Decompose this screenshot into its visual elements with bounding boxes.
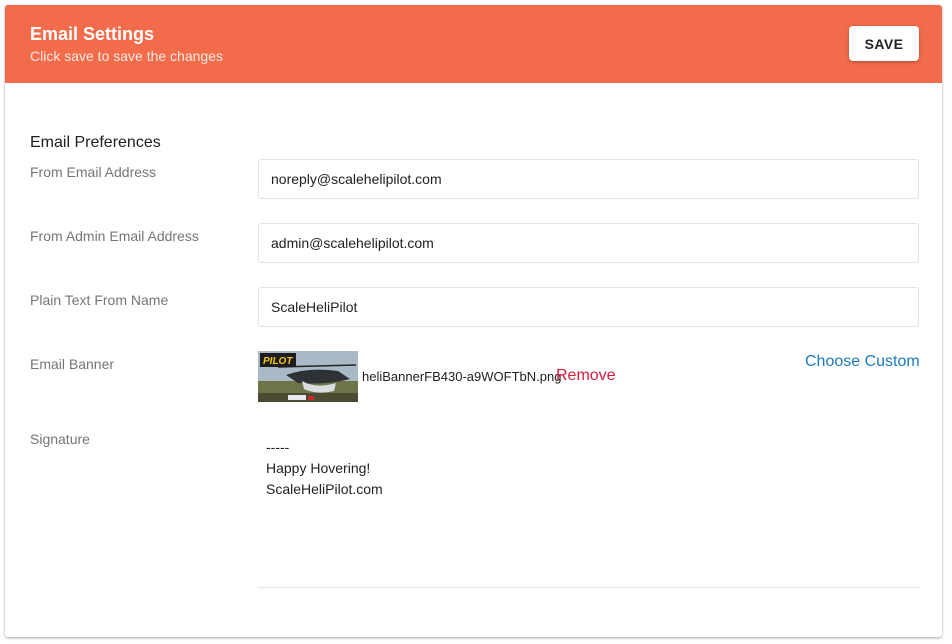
choose-custom-link[interactable]: Choose Custom: [805, 353, 920, 371]
signature-line: Happy Hovering!: [266, 460, 371, 476]
page-subtitle: Click save to save the changes: [30, 48, 223, 64]
signature-editor[interactable]: ----- Happy Hovering! ScaleHeliPilot.com: [258, 431, 919, 588]
from-email-field[interactable]: [258, 159, 919, 199]
remove-banner-link[interactable]: Remove: [556, 367, 616, 385]
email-settings-card: Email Settings Click save to save the ch…: [5, 5, 942, 637]
page-title: Email Settings: [30, 24, 155, 44]
banner-logo-text: PILOT: [263, 356, 293, 367]
plain-name-label: Plain Text From Name: [30, 292, 169, 308]
card-header: Email Settings Click save to save the ch…: [5, 5, 942, 83]
banner-filename: heliBannerFB430-a9WOFTbN.png: [362, 369, 562, 384]
from-email-label: From Email Address: [30, 164, 157, 180]
admin-email-label: From Admin Email Address: [30, 228, 199, 244]
signature-label: Signature: [30, 431, 90, 447]
banner-thumbnail: PILOT: [258, 351, 358, 402]
plain-name-field[interactable]: [258, 287, 919, 327]
signature-line: -----: [266, 439, 290, 455]
email-banner-label: Email Banner: [30, 356, 115, 372]
save-button[interactable]: SAVE: [849, 26, 919, 61]
admin-email-field[interactable]: [258, 223, 919, 263]
section-title: Email Preferences: [30, 134, 161, 151]
signature-line: ScaleHeliPilot.com: [266, 481, 383, 497]
